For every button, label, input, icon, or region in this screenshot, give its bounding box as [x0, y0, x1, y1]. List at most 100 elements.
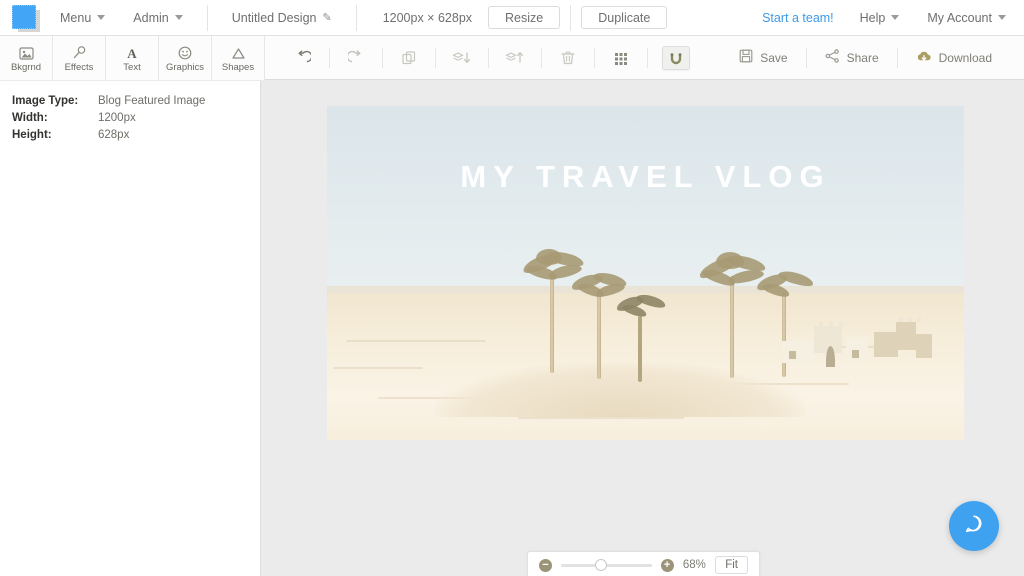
property-row: Image Type: Blog Featured Image	[12, 93, 260, 110]
building-right	[916, 334, 932, 358]
share-label: Share	[847, 51, 879, 65]
divider	[488, 48, 489, 68]
property-key: Height:	[12, 127, 98, 144]
zoom-in-button[interactable]: +	[661, 559, 674, 572]
admin-dropdown[interactable]: Admin	[119, 0, 196, 36]
svg-text:A: A	[127, 46, 137, 60]
chat-bubble-icon	[961, 511, 987, 542]
palm-frond	[716, 252, 744, 269]
divider	[356, 5, 357, 31]
tool-tab-graphics[interactable]: Graphics	[159, 36, 212, 80]
redo-button[interactable]	[344, 46, 368, 70]
palm-frond	[536, 249, 562, 265]
pencil-edit-icon[interactable]: ✎	[322, 11, 331, 24]
zoom-percentage: 68%	[683, 559, 707, 571]
logo-blue-square	[12, 5, 36, 29]
tool-tab-shapes[interactable]: Shapes	[212, 36, 265, 80]
duplicate-button[interactable]: Duplicate	[581, 6, 667, 29]
top-bar: Menu Admin Untitled Design ✎ 1200px × 62…	[0, 0, 1024, 36]
save-button[interactable]: Save	[721, 49, 805, 66]
building-left	[782, 341, 816, 363]
artboard[interactable]: MY TRAVEL VLOG	[327, 106, 964, 440]
canvas-dimensions: 1200px × 628px	[367, 11, 488, 25]
tool-tab-label: Bkgrnd	[11, 62, 41, 73]
editor-toolbar: Bkgrnd Effects A Text Graphics Shapes	[0, 36, 1024, 80]
image-icon	[19, 44, 34, 60]
my-account-label: My Account	[927, 11, 992, 25]
zoom-slider-knob[interactable]	[595, 559, 607, 571]
divider	[207, 5, 208, 31]
spacer	[704, 36, 721, 79]
building-wall	[874, 332, 898, 357]
property-value: Blog Featured Image	[98, 93, 205, 110]
chevron-down-icon	[998, 15, 1006, 20]
palm-trunk	[638, 316, 642, 382]
editor-app: Menu Admin Untitled Design ✎ 1200px × 62…	[0, 0, 1024, 576]
app-logo[interactable]	[0, 0, 46, 36]
tool-tab-label: Shapes	[222, 62, 254, 73]
merlon	[829, 321, 833, 326]
merlon	[819, 321, 823, 326]
window	[852, 350, 859, 358]
share-nodes-icon	[825, 49, 840, 66]
merlon	[917, 317, 921, 322]
toolbar-actions	[265, 36, 704, 79]
divider	[541, 48, 542, 68]
download-button[interactable]: Download	[898, 50, 1010, 66]
duplicate-layer-button[interactable]	[397, 46, 421, 70]
tool-tab-effects[interactable]: Effects	[53, 36, 106, 80]
palm-tree	[614, 296, 668, 382]
sand-texture	[333, 367, 422, 369]
my-account-dropdown[interactable]: My Account	[913, 0, 1024, 36]
merlon	[908, 317, 912, 322]
palm-trunk	[782, 293, 786, 377]
canvas-area[interactable]: MY TRAVEL VLOG	[261, 81, 1024, 576]
palm-frond	[621, 303, 648, 319]
merlon	[899, 317, 903, 322]
fit-button[interactable]: Fit	[715, 556, 748, 574]
share-button[interactable]: Share	[807, 49, 897, 66]
tool-tab-label: Effects	[65, 62, 94, 73]
zoom-control-bar: − + 68% Fit	[527, 551, 760, 576]
divider	[435, 48, 436, 68]
floppy-save-icon	[739, 49, 753, 66]
artboard-headline[interactable]: MY TRAVEL VLOG	[327, 159, 964, 195]
bring-forward-button[interactable]	[503, 46, 527, 70]
divider	[382, 48, 383, 68]
download-label: Download	[939, 51, 992, 65]
undo-button[interactable]	[291, 46, 315, 70]
palm-trunk	[550, 273, 554, 373]
design-title[interactable]: Untitled Design ✎	[218, 0, 346, 36]
smiley-icon	[178, 44, 192, 60]
text-a-icon: A	[125, 44, 139, 60]
menu-dropdown[interactable]: Menu	[46, 0, 119, 36]
start-a-team-link[interactable]: Start a team!	[750, 11, 846, 25]
properties-sidebar: Image Type: Blog Featured Image Width: 1…	[0, 81, 261, 576]
building-tower	[896, 322, 916, 350]
divider	[570, 5, 571, 31]
palm-trunk	[730, 276, 734, 378]
tool-tab-text[interactable]: A Text	[106, 36, 159, 80]
help-chat-button[interactable]	[949, 501, 999, 551]
help-label: Help	[860, 11, 886, 25]
send-backward-button[interactable]	[450, 46, 474, 70]
menu-label: Menu	[60, 11, 91, 25]
magic-wand-icon	[72, 44, 87, 60]
chevron-down-icon	[891, 15, 899, 20]
sand-texture	[518, 417, 684, 419]
zoom-slider[interactable]	[561, 558, 652, 572]
divider	[647, 48, 648, 68]
property-key: Image Type:	[12, 93, 98, 110]
property-value: 1200px	[98, 110, 136, 127]
toolbar-right-actions: Save Share Download	[721, 36, 1024, 79]
resize-button[interactable]: Resize	[488, 6, 560, 29]
zoom-out-button[interactable]: −	[539, 559, 552, 572]
delete-button[interactable]	[556, 46, 580, 70]
snap-magnet-button[interactable]	[662, 46, 690, 70]
help-dropdown[interactable]: Help	[846, 0, 914, 36]
palm-trunk	[597, 293, 601, 379]
grid-button[interactable]	[609, 46, 633, 70]
tool-tab-bkgrnd[interactable]: Bkgrnd	[0, 36, 53, 80]
triangle-icon	[231, 44, 246, 60]
save-label: Save	[760, 51, 787, 65]
